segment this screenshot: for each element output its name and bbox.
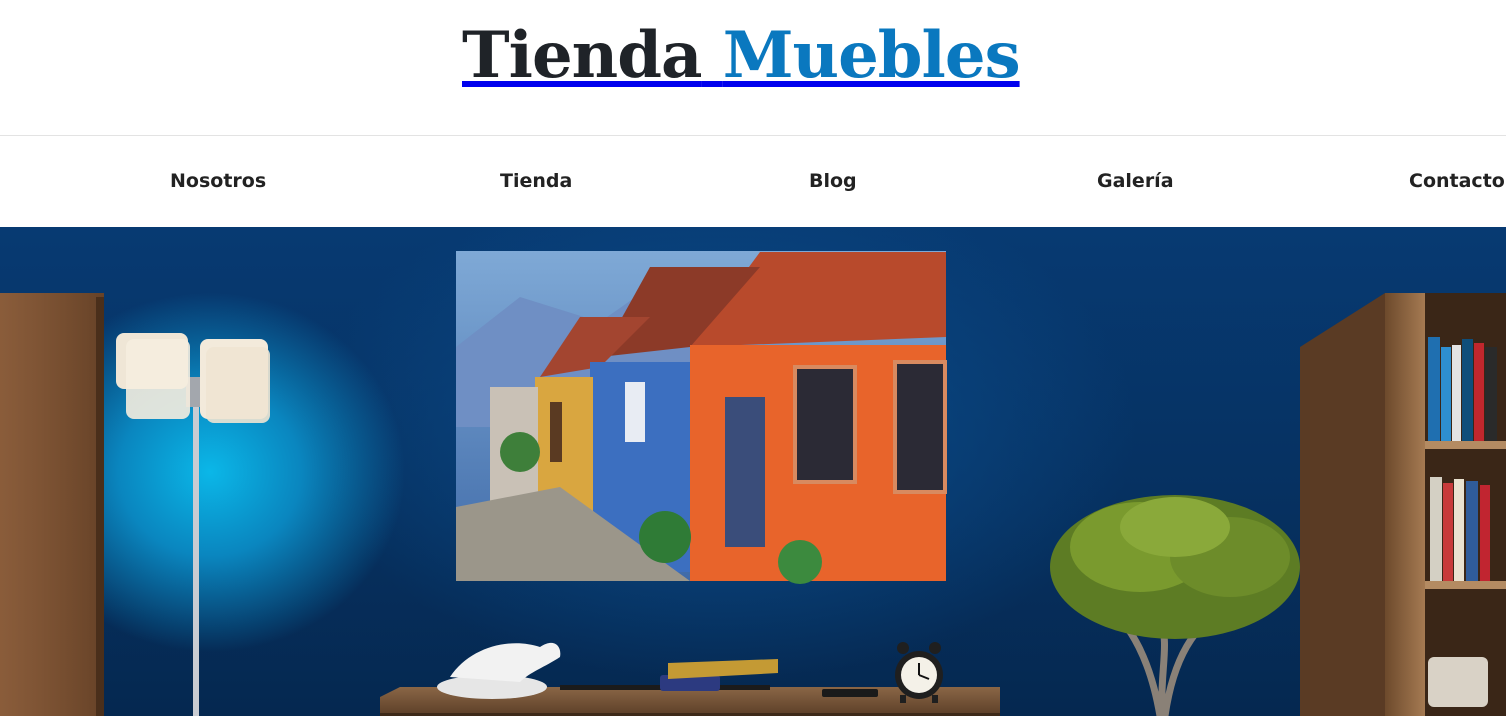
site-header: Tienda Muebles	[0, 0, 1506, 135]
right-bookshelf	[1300, 293, 1506, 716]
wall-painting	[456, 251, 947, 584]
site-logo[interactable]: Tienda Muebles	[462, 14, 1021, 98]
bonsai-tree	[1050, 495, 1300, 716]
floor-lamp	[116, 333, 270, 716]
nav-link-blog[interactable]: Blog	[809, 169, 857, 193]
left-cabinet	[0, 293, 104, 716]
sword-ornament	[560, 659, 778, 691]
logo-word-tienda: Tienda	[462, 18, 702, 93]
phone-on-table	[822, 689, 878, 697]
hero-banner-image	[0, 227, 1506, 716]
panther-figurine	[437, 642, 561, 699]
logo-word-muebles: Muebles	[722, 18, 1021, 93]
nav-link-contacto[interactable]: Contacto	[1409, 169, 1505, 193]
main-nav: Nosotros Tienda Blog Galería Contacto	[0, 136, 1506, 227]
nav-link-tienda[interactable]: Tienda	[500, 169, 572, 193]
hero-illustration	[0, 251, 1506, 716]
nav-link-nosotros[interactable]: Nosotros	[170, 169, 266, 193]
nav-link-galeria[interactable]: Galería	[1097, 169, 1174, 193]
